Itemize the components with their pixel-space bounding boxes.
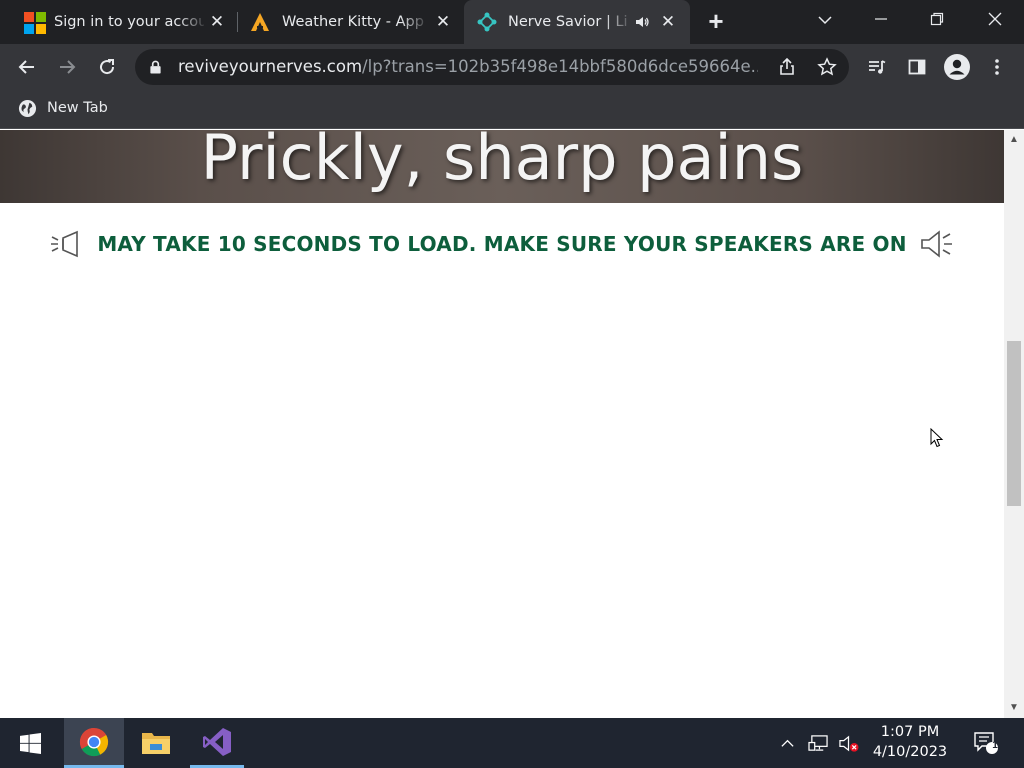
scroll-thumb[interactable] (1007, 341, 1021, 506)
bookmarks-bar: New Tab (0, 90, 1024, 129)
back-button[interactable] (13, 53, 41, 81)
action-center-button[interactable]: 1 (966, 718, 1006, 768)
minimize-button[interactable] (858, 0, 904, 40)
scroll-down-button[interactable]: ▼ (1004, 698, 1024, 718)
share-button[interactable] (776, 56, 798, 78)
side-panel-button[interactable] (903, 53, 931, 81)
taskbar-file-explorer[interactable] (126, 718, 186, 768)
chevron-down-icon (818, 16, 832, 25)
media-controls-button[interactable] (863, 53, 891, 81)
profile-button[interactable] (943, 53, 971, 81)
avatar-icon (944, 54, 970, 80)
microsoft-logo-icon (24, 12, 46, 34)
chrome-icon (79, 727, 109, 756)
tab-weather-kitty[interactable]: Weather Kitty - App ✕ (238, 0, 462, 44)
page-viewport: Prickly, sharp pains MAY TAKE 10 SECONDS… (0, 130, 1004, 718)
chevron-up-icon (780, 739, 794, 747)
taskbar-visual-studio[interactable] (190, 718, 244, 768)
hero-title: Prickly, sharp pains (200, 130, 804, 194)
back-arrow-icon (18, 60, 34, 74)
start-button[interactable] (0, 718, 60, 768)
browser-toolbar: reviveyournerves.com/lp?trans=102b35f498… (0, 44, 1024, 90)
tab-sign-in[interactable]: Sign in to your account ✕ (10, 0, 236, 44)
mouse-cursor-icon (930, 428, 944, 448)
lock-icon[interactable] (149, 59, 162, 75)
tab-nerve-savior[interactable]: Nerve Savior | Li ✕ (464, 0, 690, 44)
tab-strip: Sign in to your account ✕ Weather Kitty … (0, 0, 1024, 44)
folder-icon (142, 733, 170, 754)
weather-kitty-logo-icon (251, 13, 269, 31)
url-host: reviveyournerves.com (178, 58, 363, 76)
visual-studio-icon (203, 727, 231, 756)
volume-button[interactable] (835, 718, 861, 768)
forward-arrow-icon (60, 60, 76, 74)
close-tab-icon[interactable]: ✕ (658, 12, 678, 32)
restore-button[interactable] (914, 0, 960, 40)
close-tab-icon[interactable]: ✕ (433, 12, 453, 32)
close-window-button[interactable] (972, 0, 1018, 40)
star-icon (817, 57, 837, 76)
restore-icon (930, 12, 944, 26)
network-button[interactable] (806, 718, 830, 768)
minimize-icon (875, 18, 887, 20)
taskbar-clock[interactable]: 1:07 PM 4/10/2023 (862, 722, 958, 762)
nerve-savior-logo-icon (477, 12, 497, 32)
network-icon (807, 734, 828, 751)
menu-button[interactable] (983, 53, 1011, 81)
speaker-icon (919, 229, 953, 259)
speaker-icon[interactable] (634, 14, 650, 30)
close-tab-icon[interactable]: ✕ (207, 12, 227, 32)
url-text[interactable]: reviveyournerves.com/lp?trans=102b35f498… (178, 58, 758, 76)
side-panel-icon (908, 59, 926, 75)
tab-search-button[interactable] (810, 6, 840, 46)
clock-time: 1:07 PM (880, 724, 940, 740)
load-notice: MAY TAKE 10 SECONDS TO LOAD. MAKE SURE Y… (0, 228, 1004, 260)
notification-count: 1 (992, 740, 998, 751)
bookmark-star-button[interactable] (816, 56, 838, 78)
bookmark-new-tab[interactable]: New Tab (18, 96, 108, 120)
volume-muted-icon (838, 735, 858, 752)
address-bar[interactable]: reviveyournerves.com/lp?trans=102b35f498… (135, 49, 849, 85)
globe-icon (18, 99, 37, 117)
share-icon (780, 57, 794, 75)
notice-text: MAY TAKE 10 SECONDS TO LOAD. MAKE SURE Y… (97, 232, 907, 256)
clock-date: 4/10/2023 (872, 744, 948, 760)
taskbar-chrome[interactable] (64, 718, 124, 768)
forward-button[interactable] (53, 53, 81, 81)
bookmark-label: New Tab (47, 100, 108, 116)
kebab-menu-icon (995, 59, 999, 75)
media-playlist-icon (869, 60, 886, 74)
new-tab-button[interactable]: + (703, 8, 729, 35)
url-path: /lp?trans=102b35f498e14bbf580d6dce59664e… (362, 58, 758, 76)
page-scrollbar[interactable]: ▲ ▼ (1004, 130, 1024, 718)
reload-button[interactable] (93, 53, 121, 81)
scroll-up-button[interactable]: ▲ (1004, 130, 1024, 150)
show-hidden-icons-button[interactable] (776, 718, 798, 768)
windows-taskbar: 1:07 PM 4/10/2023 1 (0, 718, 1024, 768)
megaphone-icon (51, 229, 85, 259)
reload-icon (100, 59, 115, 75)
hero-banner: Prickly, sharp pains (0, 130, 1004, 203)
close-icon (988, 12, 1002, 26)
windows-logo-icon (19, 732, 41, 754)
